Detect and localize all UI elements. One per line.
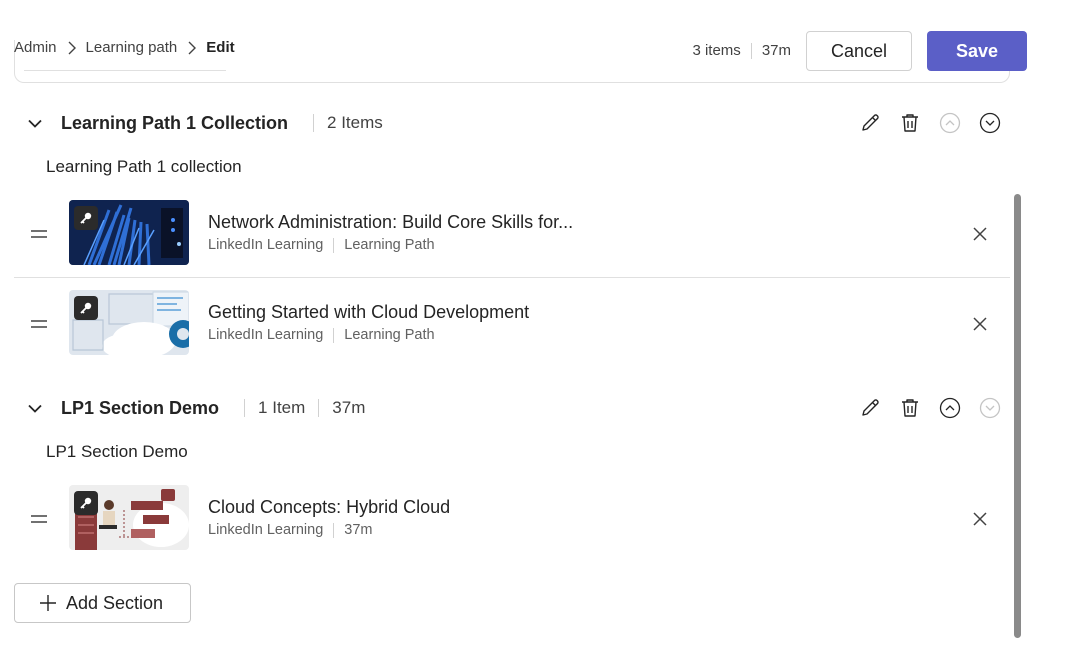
section-actions [850, 393, 1010, 423]
item-type: Learning Path [344, 327, 435, 343]
course-thumbnail [69, 290, 189, 355]
remove-icon[interactable] [970, 224, 990, 244]
remove-icon[interactable] [970, 509, 990, 529]
item-meta: LinkedIn Learning Learning Path [208, 237, 435, 253]
key-icon [74, 206, 98, 230]
plus-icon [39, 594, 57, 612]
move-down-icon [970, 393, 1010, 423]
list-item[interactable]: Network Administration: Build Core Skill… [14, 200, 1010, 266]
item-type: Learning Path [344, 237, 435, 253]
collapse-chevron-icon[interactable] [14, 119, 56, 128]
section-item-count: 2 Items [327, 113, 383, 132]
chevron-right-icon [187, 41, 197, 55]
chevron-right-icon [67, 41, 76, 55]
add-section-button[interactable]: Add Section [14, 583, 191, 623]
move-up-icon [930, 108, 970, 138]
key-icon [74, 491, 98, 515]
items-count: 3 items [692, 42, 741, 59]
section-description: LP1 Section Demo [46, 442, 188, 461]
move-up-icon[interactable] [930, 393, 970, 423]
add-section-label: Add Section [66, 592, 164, 613]
previous-card-divider [24, 70, 226, 71]
breadcrumb: Admin Learning path Edit [14, 39, 235, 56]
breadcrumb-current: Edit [206, 39, 235, 56]
path-summary: 3 items 37m [692, 42, 791, 59]
delete-icon[interactable] [890, 108, 930, 138]
edit-icon[interactable] [850, 393, 890, 423]
section-header: Learning Path 1 Collection 2 Items [14, 108, 1010, 138]
edit-icon[interactable] [850, 108, 890, 138]
collapse-chevron-icon[interactable] [14, 404, 56, 413]
section-header: LP1 Section Demo 1 Item 37m [14, 393, 1010, 423]
divider [333, 237, 335, 253]
section-title: LP1 Section Demo [61, 397, 220, 418]
total-duration: 37m [761, 42, 791, 59]
divider [333, 327, 335, 343]
item-meta: LinkedIn Learning 37m [208, 522, 373, 538]
item-provider: LinkedIn Learning [208, 327, 324, 343]
scrollbar[interactable] [1014, 194, 1021, 638]
course-thumbnail [69, 485, 189, 550]
divider [244, 399, 246, 417]
item-title[interactable]: Cloud Concepts: Hybrid Cloud [208, 497, 450, 518]
key-icon [74, 296, 98, 320]
item-provider: LinkedIn Learning [208, 237, 324, 253]
move-down-icon[interactable] [970, 108, 1010, 138]
divider [333, 522, 335, 538]
remove-icon[interactable] [970, 314, 990, 334]
divider [313, 114, 315, 132]
drag-handle-icon[interactable] [30, 316, 48, 334]
section-actions [850, 108, 1010, 138]
section-item-count: 1 Item [258, 398, 306, 417]
section-duration: 37m [332, 398, 366, 417]
delete-icon[interactable] [890, 393, 930, 423]
list-item[interactable]: Cloud Concepts: Hybrid Cloud LinkedIn Le… [14, 485, 1010, 551]
list-item[interactable]: Getting Started with Cloud Development L… [14, 290, 1010, 356]
save-button[interactable]: Save [927, 31, 1027, 71]
item-duration: 37m [344, 522, 373, 538]
divider [318, 399, 320, 417]
cancel-button[interactable]: Cancel [806, 31, 912, 71]
breadcrumb-learning-path[interactable]: Learning path [86, 39, 178, 56]
divider [750, 42, 752, 59]
item-title[interactable]: Network Administration: Build Core Skill… [208, 212, 573, 233]
drag-handle-icon[interactable] [30, 511, 48, 529]
section-title: Learning Path 1 Collection [61, 112, 289, 133]
item-provider: LinkedIn Learning [208, 522, 324, 538]
item-meta: LinkedIn Learning Learning Path [208, 327, 435, 343]
drag-handle-icon[interactable] [30, 226, 48, 244]
breadcrumb-admin[interactable]: Admin [14, 39, 57, 56]
section-description: Learning Path 1 collection [46, 157, 242, 176]
course-thumbnail [69, 200, 189, 265]
divider [14, 277, 1010, 278]
item-title[interactable]: Getting Started with Cloud Development [208, 302, 529, 323]
